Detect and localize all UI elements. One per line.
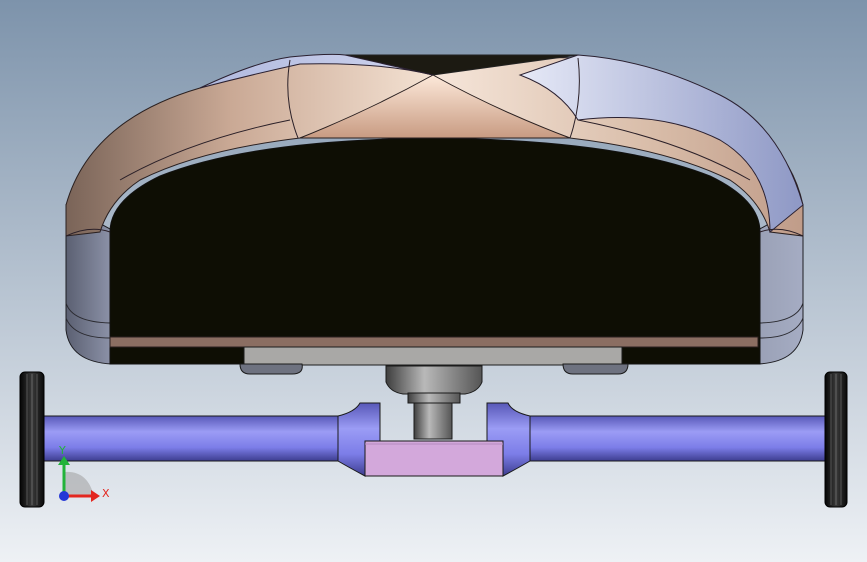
stem-flange xyxy=(407,392,461,404)
axle-left xyxy=(39,415,341,462)
y-axis-label: Y xyxy=(58,444,66,457)
model-scene[interactable]: Y X xyxy=(0,0,867,562)
foot-left xyxy=(239,363,303,375)
stem-collar xyxy=(385,365,483,395)
stem-shaft xyxy=(413,402,453,440)
foot-right xyxy=(562,363,629,375)
body-trim-stripe xyxy=(109,336,759,348)
base-plate xyxy=(243,346,623,366)
wheel-right[interactable] xyxy=(824,371,848,508)
car-body[interactable] xyxy=(65,53,804,375)
body-front-panel xyxy=(109,137,761,365)
cad-viewport[interactable]: Y X xyxy=(0,0,867,562)
z-axis-indicator xyxy=(59,491,69,501)
hub-block xyxy=(364,440,504,477)
axle-right xyxy=(527,415,831,462)
x-axis-label: X xyxy=(102,487,110,500)
wheel-left[interactable] xyxy=(19,371,45,508)
